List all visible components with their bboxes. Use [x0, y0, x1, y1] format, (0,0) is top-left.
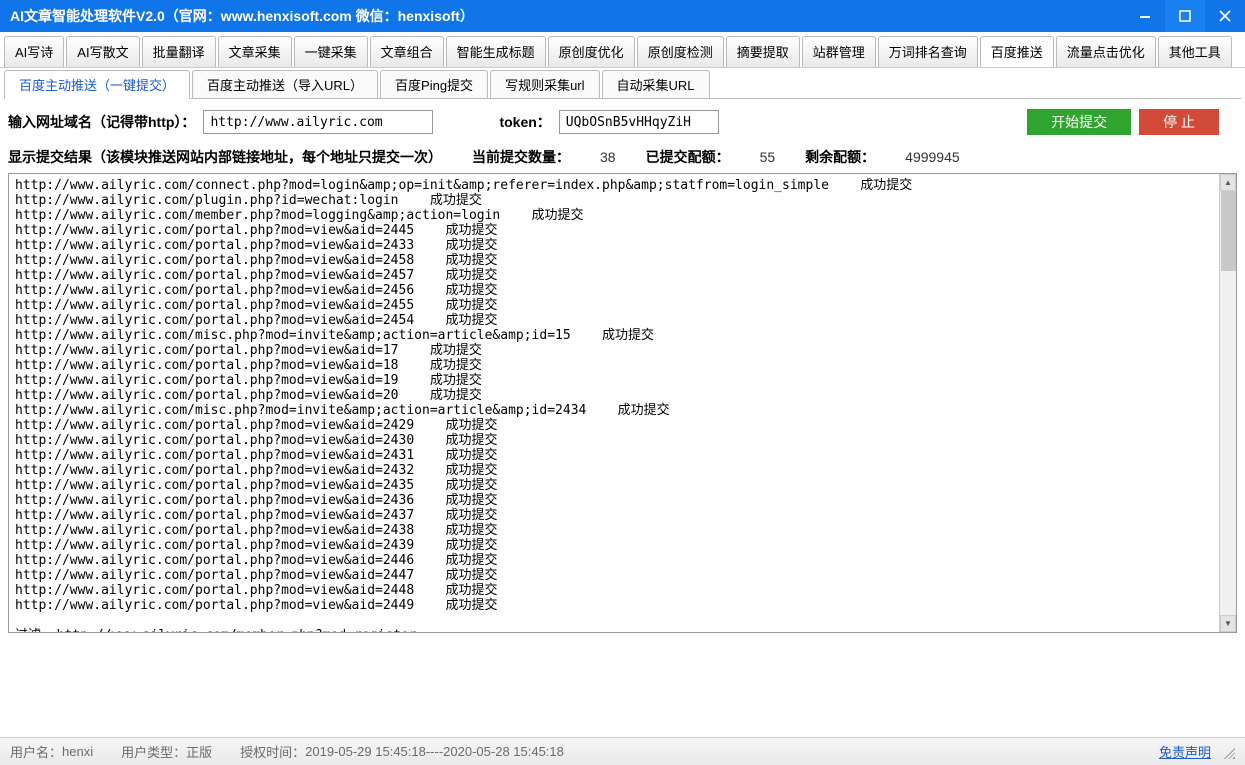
main-tab-1[interactable]: AI写散文	[66, 36, 139, 67]
sub-tab-3[interactable]: 写规则采集url	[490, 70, 599, 98]
remaining-quota-label: 剩余配额：	[805, 147, 875, 167]
main-tab-10[interactable]: 站群管理	[802, 36, 876, 67]
user-type-value: 正版	[186, 742, 212, 761]
scroll-down-icon[interactable]: ▼	[1220, 615, 1236, 632]
start-submit-button[interactable]: 开始提交	[1027, 109, 1131, 135]
result-label: 显示提交结果（该模块推送网站内部链接地址，每个地址只提交一次）	[8, 147, 442, 167]
main-tab-13[interactable]: 流量点击优化	[1056, 36, 1156, 67]
main-tab-9[interactable]: 摘要提取	[726, 36, 800, 67]
maximize-icon	[1179, 10, 1191, 22]
main-tab-4[interactable]: 一键采集	[294, 36, 368, 67]
minimize-icon	[1139, 10, 1151, 22]
main-tab-12[interactable]: 百度推送	[980, 36, 1054, 67]
scroll-up-icon[interactable]: ▲	[1220, 174, 1236, 191]
remaining-quota-value: 4999945	[905, 149, 960, 165]
auth-time-label: 授权时间：	[240, 742, 305, 761]
user-label: 用户名：	[10, 742, 62, 761]
main-tab-14[interactable]: 其他工具	[1158, 36, 1232, 67]
form-row: 输入网址域名（记得带http）： token： 开始提交 停 止	[0, 99, 1245, 145]
main-tabs: AI写诗AI写散文批量翻译文章采集一键采集文章组合智能生成标题原创度优化原创度检…	[0, 32, 1245, 68]
main-tab-5[interactable]: 文章组合	[370, 36, 444, 67]
status-bar: 用户名： henxi 用户类型： 正版 授权时间： 2019-05-29 15:…	[0, 737, 1245, 765]
minimize-button[interactable]	[1125, 0, 1165, 32]
close-button[interactable]	[1205, 0, 1245, 32]
current-count-value: 38	[600, 149, 616, 165]
stop-button[interactable]: 停 止	[1139, 109, 1219, 135]
log-textarea[interactable]: http://www.ailyric.com/connect.php?mod=l…	[8, 173, 1237, 633]
maximize-button[interactable]	[1165, 0, 1205, 32]
scrollbar[interactable]: ▲ ▼	[1219, 174, 1236, 632]
main-tab-0[interactable]: AI写诗	[4, 36, 64, 67]
resize-grip-icon[interactable]	[1221, 745, 1235, 759]
window-title: AI文章智能处理软件V2.0（官网：www.henxisoft.com 微信：h…	[10, 6, 1125, 26]
user-value: henxi	[62, 744, 93, 759]
main-tab-6[interactable]: 智能生成标题	[446, 36, 546, 67]
domain-label: 输入网址域名（记得带http）：	[8, 112, 195, 132]
auth-time-value: 2019-05-29 15:45:18----2020-05-28 15:45:…	[305, 744, 564, 759]
current-count-label: 当前提交数量：	[472, 147, 570, 167]
token-label: token：	[499, 112, 550, 132]
sub-tab-1[interactable]: 百度主动推送（导入URL）	[192, 70, 378, 98]
info-row: 显示提交结果（该模块推送网站内部链接地址，每个地址只提交一次） 当前提交数量： …	[0, 145, 1245, 173]
close-icon	[1219, 10, 1231, 22]
main-tab-7[interactable]: 原创度优化	[548, 36, 635, 67]
disclaimer-link[interactable]: 免责声明	[1159, 742, 1211, 761]
scroll-thumb[interactable]	[1221, 191, 1236, 271]
submitted-quota-label: 已提交配额：	[646, 147, 730, 167]
main-tab-3[interactable]: 文章采集	[218, 36, 292, 67]
log-content: http://www.ailyric.com/connect.php?mod=l…	[9, 174, 1219, 632]
main-tab-8[interactable]: 原创度检测	[637, 36, 724, 67]
submitted-quota-value: 55	[760, 149, 776, 165]
sub-tab-2[interactable]: 百度Ping提交	[380, 70, 488, 98]
main-tab-11[interactable]: 万词排名查询	[878, 36, 978, 67]
sub-tabs: 百度主动推送（一键提交）百度主动推送（导入URL）百度Ping提交写规则采集ur…	[0, 68, 1245, 98]
title-bar: AI文章智能处理软件V2.0（官网：www.henxisoft.com 微信：h…	[0, 0, 1245, 32]
main-tab-2[interactable]: 批量翻译	[142, 36, 216, 67]
domain-input[interactable]	[203, 110, 433, 134]
user-type-label: 用户类型：	[121, 742, 186, 761]
sub-tab-0[interactable]: 百度主动推送（一键提交）	[4, 70, 190, 99]
token-input[interactable]	[559, 110, 719, 134]
sub-tab-4[interactable]: 自动采集URL	[602, 70, 710, 98]
